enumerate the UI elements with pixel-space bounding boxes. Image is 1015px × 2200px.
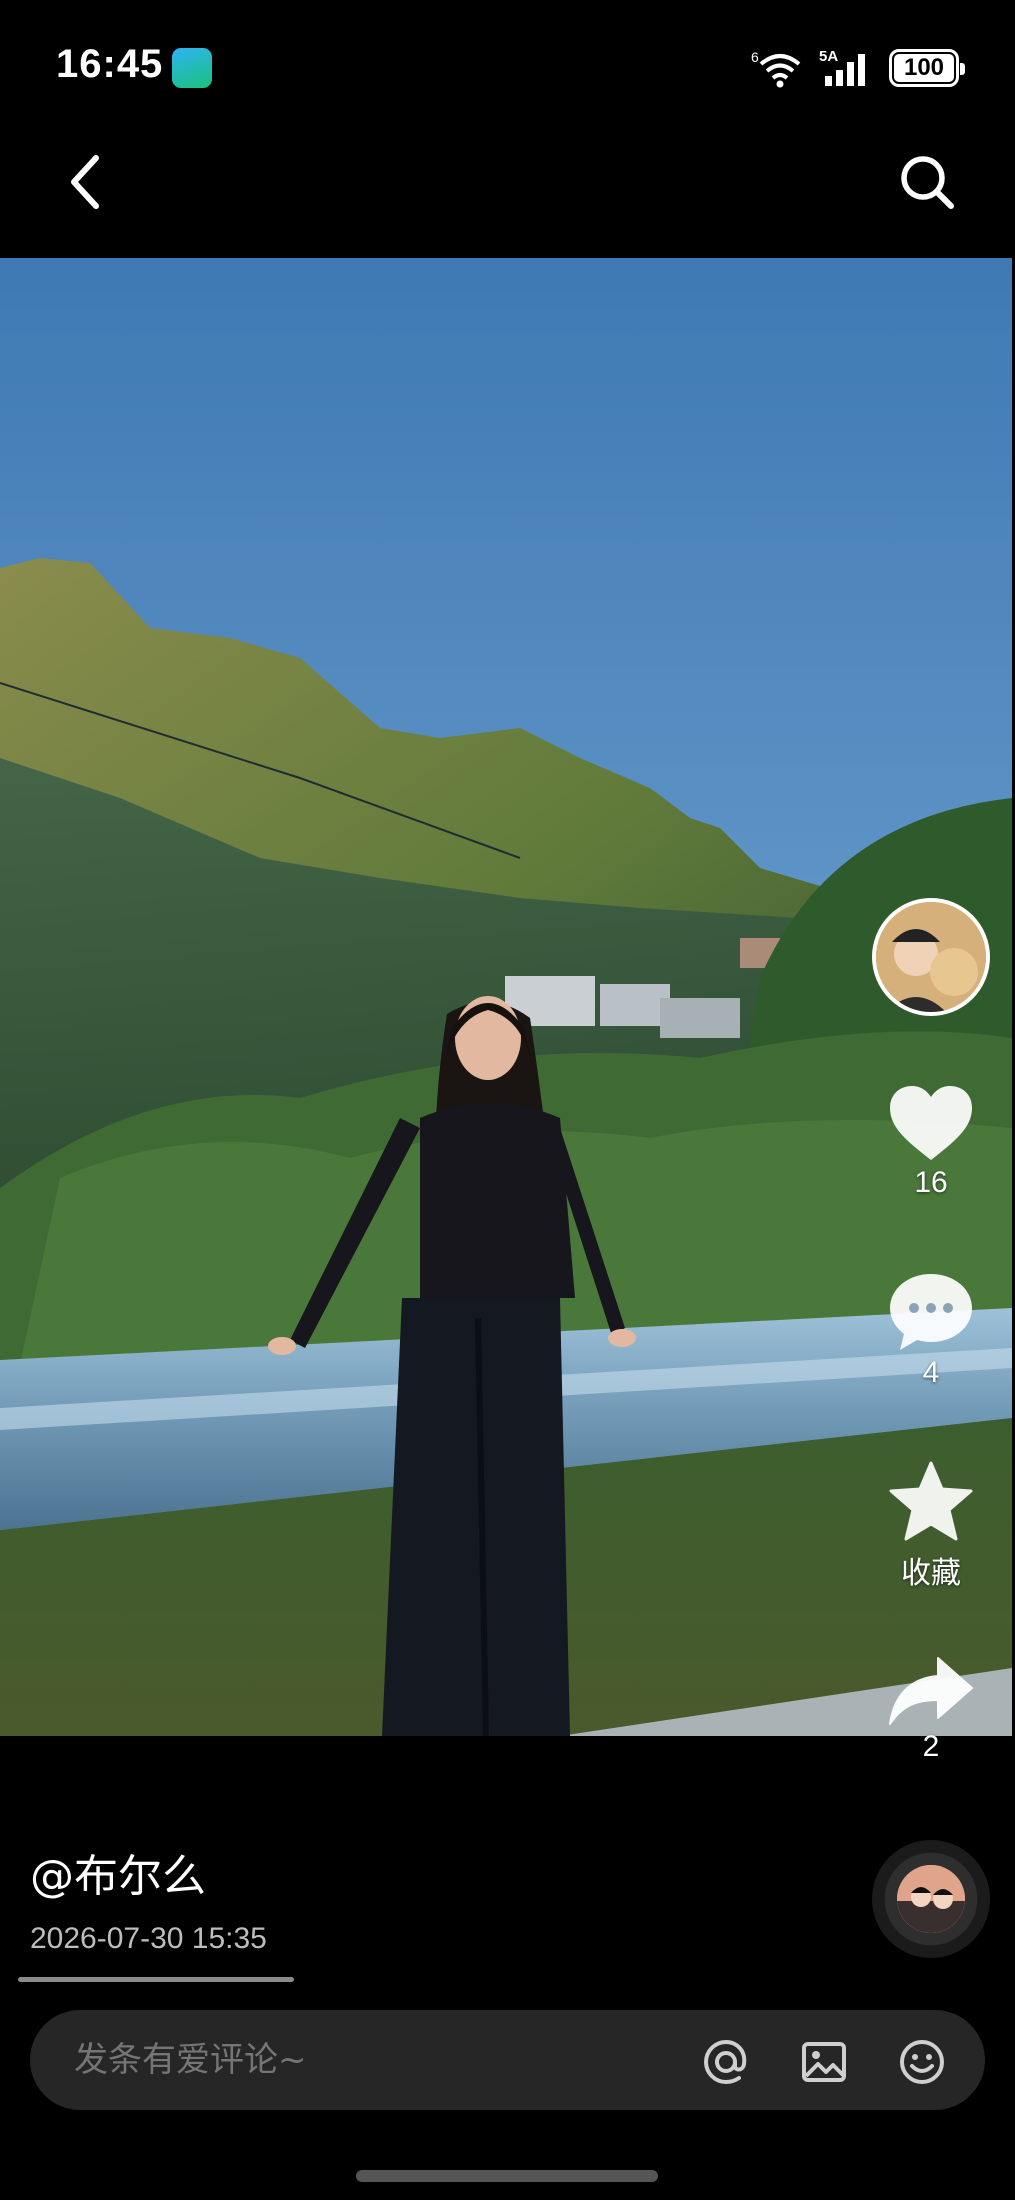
share-count: 2 bbox=[922, 1730, 940, 1763]
favorite-button[interactable]: 收藏 bbox=[880, 1460, 982, 1592]
progress-bar bbox=[18, 1977, 294, 1982]
author-name[interactable]: @布尔么 bbox=[30, 1840, 206, 1904]
comment-bubble-icon bbox=[890, 1274, 972, 1350]
author-avatar[interactable] bbox=[872, 898, 990, 1016]
favorite-label: 收藏 bbox=[901, 1557, 961, 1590]
post-photo[interactable] bbox=[0, 258, 1012, 1736]
search-icon bbox=[901, 156, 954, 209]
svg-text:6: 6 bbox=[751, 49, 759, 65]
music-cover bbox=[897, 1865, 965, 1933]
like-button[interactable]: 16 bbox=[880, 1084, 982, 1200]
status-bar: 16:45 6 5A 100 bbox=[0, 0, 1015, 120]
signal-icon: 5A bbox=[819, 48, 865, 86]
comment-bar bbox=[30, 2010, 985, 2110]
status-indicators: 6 5A 100 bbox=[751, 46, 965, 90]
comment-input[interactable] bbox=[74, 2010, 634, 2110]
emoji-icon[interactable] bbox=[898, 2038, 946, 2086]
back-button[interactable] bbox=[56, 150, 116, 214]
star-icon bbox=[889, 1461, 973, 1541]
heart-icon bbox=[890, 1086, 972, 1160]
music-disc[interactable] bbox=[872, 1840, 990, 1958]
svg-text:5A: 5A bbox=[819, 48, 838, 65]
home-indicator[interactable] bbox=[356, 2170, 658, 2182]
post-date: 2026-07-30 15:35 bbox=[30, 1922, 267, 1955]
image-icon[interactable] bbox=[800, 2038, 848, 2086]
comment-count: 4 bbox=[922, 1356, 940, 1389]
comment-button[interactable]: 4 bbox=[880, 1272, 982, 1390]
battery-indicator: 100 bbox=[889, 49, 965, 87]
share-arrow-icon bbox=[889, 1657, 973, 1725]
status-time: 16:45 bbox=[56, 42, 164, 86]
wifi-icon: 6 bbox=[751, 49, 801, 88]
search-button[interactable] bbox=[895, 150, 959, 214]
like-count: 16 bbox=[914, 1166, 948, 1199]
network-app-icon bbox=[172, 48, 212, 88]
chevron-left-icon bbox=[71, 155, 99, 209]
share-button[interactable]: 2 bbox=[880, 1656, 982, 1764]
at-icon[interactable] bbox=[702, 2038, 750, 2086]
battery-level: 100 bbox=[903, 54, 945, 81]
